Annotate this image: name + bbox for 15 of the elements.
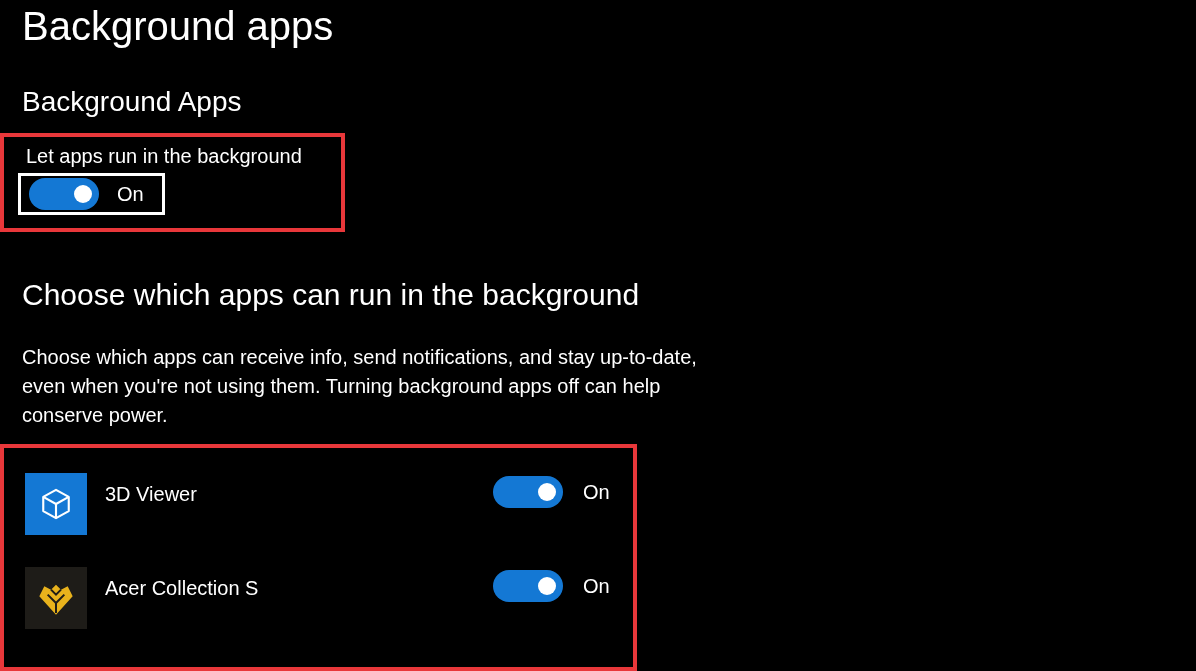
app-name: Acer Collection S <box>105 575 259 601</box>
toggle-state: On <box>583 479 611 505</box>
app-name: 3D Viewer <box>105 481 197 507</box>
toggle-state: On <box>583 573 611 599</box>
section-heading: Choose which apps can run in the background <box>22 276 640 313</box>
toggle-label: Let apps run in the background <box>26 144 302 169</box>
toggle-switch[interactable] <box>493 569 563 602</box>
description-text: Choose which apps can receive info, send notifications, and stay up-to-date, even when you're not using them. Turning background apps off can help conserve power. <box>22 344 698 428</box>
toggle-state: On <box>117 182 145 207</box>
page-title: Background apps <box>22 3 334 50</box>
section-title: Background Apps <box>22 85 242 119</box>
gem-icon <box>25 566 87 629</box>
cube-icon <box>25 472 87 535</box>
toggle-switch[interactable] <box>493 475 563 508</box>
toggle-switch[interactable] <box>29 178 99 210</box>
